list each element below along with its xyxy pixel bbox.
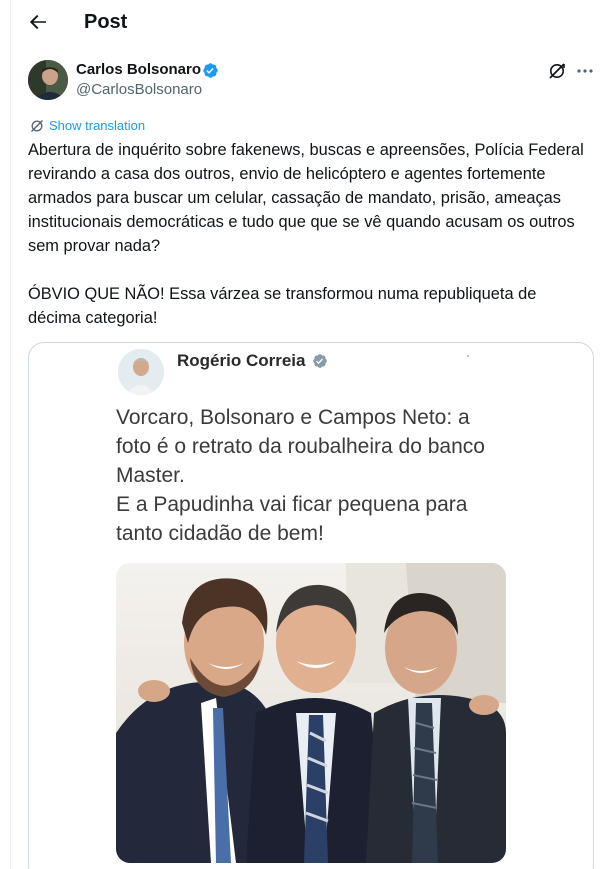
author-name[interactable]: Carlos Bolsonaro (76, 61, 201, 79)
grok-icon (31, 120, 43, 132)
author-avatar[interactable] (28, 60, 68, 100)
more-options-button[interactable] (575, 62, 595, 80)
back-button[interactable] (26, 10, 50, 34)
column-divider (10, 0, 11, 869)
more-icon (577, 69, 593, 73)
grok-icon (549, 63, 565, 79)
post-header: Post (0, 0, 609, 44)
show-translation-label: Show translation (49, 118, 146, 133)
embedded-post-text: Vorcaro, Bolsonaro e Campos Neto: a foto… (116, 406, 485, 545)
post-text: Abertura de inquérito sobre fakenews, bu… (28, 138, 588, 330)
post-paragraph: ÓBVIO QUE NÃO! Essa várzea se transformo… (28, 285, 537, 327)
attached-image[interactable]: Rogério Correia Vorcaro, Bolsonaro e Cam… (28, 342, 594, 869)
embedded-avatar (118, 349, 164, 395)
author-handle[interactable]: @CarlosBolsonaro (76, 81, 202, 99)
group-photo (116, 563, 506, 863)
verified-badge-icon (203, 63, 218, 78)
embedded-author-name: Rogério Correia (177, 351, 306, 370)
verified-badge-icon (313, 354, 327, 368)
page-title: Post (84, 11, 128, 33)
post-paragraph: Abertura de inquérito sobre fakenews, bu… (28, 141, 584, 255)
arrow-left-icon (29, 14, 46, 30)
embedded-dot (467, 355, 469, 357)
grok-button[interactable] (548, 62, 566, 80)
